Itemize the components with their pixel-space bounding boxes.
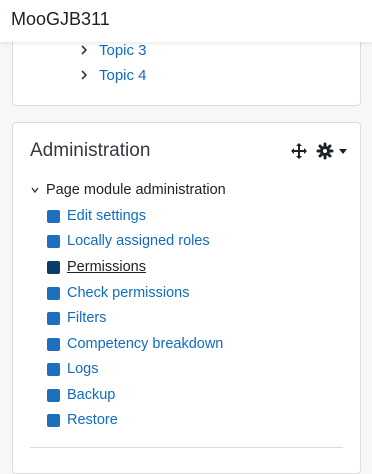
nav-item-topic-4[interactable]: Topic 4 (77, 65, 147, 85)
admin-item-edit-settings[interactable]: Edit settings (47, 206, 146, 226)
admin-item-backup[interactable]: Backup (47, 385, 115, 405)
permissions-icon (47, 260, 60, 274)
settings-icon (47, 209, 60, 223)
check-permissions-icon (47, 286, 60, 300)
move-icon[interactable] (290, 142, 308, 160)
restore-icon (47, 413, 60, 427)
admin-item-competency-breakdown[interactable]: Competency breakdown (47, 334, 223, 354)
admin-item-label: Competency breakdown (67, 336, 224, 352)
nav-item-label: Topic 4 (99, 66, 147, 84)
site-header: MooGJB311 (0, 0, 372, 42)
logs-icon (47, 362, 60, 376)
section-label: Page module administration (46, 182, 226, 198)
chevron-right-icon (81, 45, 88, 55)
admin-item-restore[interactable]: Restore (47, 410, 118, 430)
chevron-right-icon (81, 70, 88, 80)
admin-item-permissions[interactable]: Permissions (47, 257, 146, 277)
admin-item-label: Edit settings (67, 208, 146, 224)
admin-item-label: Backup (67, 387, 116, 403)
competency-icon (47, 337, 60, 351)
gear-icon[interactable] (316, 142, 334, 160)
admin-item-check-permissions[interactable]: Check permissions (47, 283, 190, 303)
block-title: Administration (30, 140, 151, 161)
nav-item-label: Topic 3 (99, 41, 147, 59)
site-title[interactable]: MooGJB311 (11, 9, 110, 30)
admin-item-filters[interactable]: Filters (47, 308, 106, 328)
administration-block: Administration Page module administratio… (12, 122, 361, 474)
divider (30, 447, 343, 448)
admin-item-label: Restore (67, 412, 118, 428)
admin-item-label: Filters (67, 310, 107, 326)
caret-down-icon[interactable] (338, 146, 348, 156)
block-tools (290, 142, 348, 160)
filter-icon (47, 311, 60, 325)
admin-item-locally-assigned-roles[interactable]: Locally assigned roles (47, 231, 210, 251)
admin-item-logs[interactable]: Logs (47, 359, 98, 379)
admin-item-label: Check permissions (67, 285, 190, 301)
nav-item-topic-3[interactable]: Topic 3 (77, 40, 147, 60)
admin-item-label: Locally assigned roles (67, 233, 210, 249)
section-page-module-administration[interactable]: Page module administration (30, 182, 226, 198)
admin-item-label: Logs (67, 361, 99, 377)
admin-item-label: Permissions (67, 259, 146, 275)
roles-icon (47, 234, 60, 248)
backup-icon (47, 388, 60, 402)
chevron-down-icon (31, 187, 39, 194)
